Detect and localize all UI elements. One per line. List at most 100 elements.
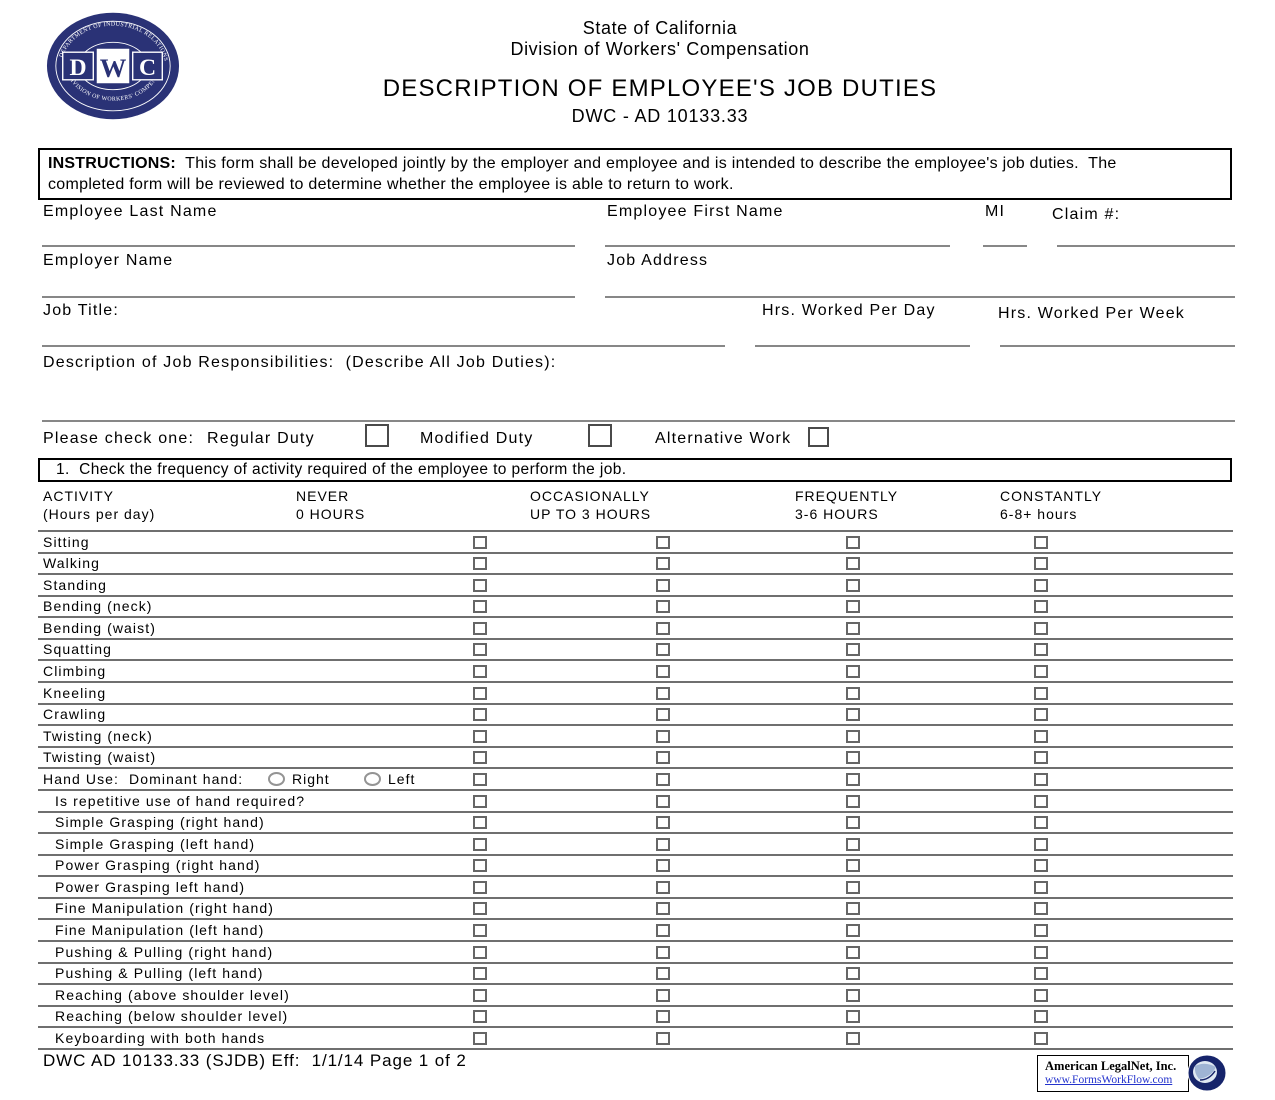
activity-checkbox-frequently[interactable]: [846, 773, 860, 786]
activity-checkbox-constantly[interactable]: [1034, 730, 1048, 743]
legalnet-url-link[interactable]: www.FormsWorkFlow.com: [1045, 1073, 1184, 1087]
activity-checkbox-constantly[interactable]: [1034, 902, 1048, 915]
activity-checkbox-occasionally[interactable]: [656, 536, 670, 549]
activity-checkbox-constantly[interactable]: [1034, 1010, 1048, 1023]
activity-checkbox-occasionally[interactable]: [656, 643, 670, 656]
activity-checkbox-never[interactable]: [473, 816, 487, 829]
activity-checkbox-constantly[interactable]: [1034, 773, 1048, 786]
activity-checkbox-occasionally[interactable]: [656, 687, 670, 700]
activity-checkbox-frequently[interactable]: [846, 557, 860, 570]
activity-checkbox-frequently[interactable]: [846, 946, 860, 959]
dominant-hand-right-radio[interactable]: [268, 772, 285, 786]
activity-checkbox-constantly[interactable]: [1034, 751, 1048, 764]
activity-checkbox-frequently[interactable]: [846, 881, 860, 894]
activity-checkbox-never[interactable]: [473, 665, 487, 678]
activity-checkbox-never[interactable]: [473, 708, 487, 721]
activity-checkbox-occasionally[interactable]: [656, 1032, 670, 1045]
activity-checkbox-frequently[interactable]: [846, 665, 860, 678]
claim-number-input-line[interactable]: [1057, 245, 1235, 247]
activity-checkbox-occasionally[interactable]: [656, 859, 670, 872]
activity-checkbox-frequently[interactable]: [846, 730, 860, 743]
employee-first-name-input-line[interactable]: [605, 245, 950, 247]
activity-checkbox-occasionally[interactable]: [656, 730, 670, 743]
employee-last-name-input-line[interactable]: [42, 245, 575, 247]
activity-checkbox-constantly[interactable]: [1034, 622, 1048, 635]
activity-checkbox-never[interactable]: [473, 902, 487, 915]
activity-checkbox-occasionally[interactable]: [656, 795, 670, 808]
activity-checkbox-never[interactable]: [473, 1032, 487, 1045]
activity-checkbox-occasionally[interactable]: [656, 838, 670, 851]
activity-checkbox-constantly[interactable]: [1034, 579, 1048, 592]
activity-checkbox-constantly[interactable]: [1034, 816, 1048, 829]
activity-checkbox-never[interactable]: [473, 924, 487, 937]
activity-checkbox-occasionally[interactable]: [656, 600, 670, 613]
activity-checkbox-never[interactable]: [473, 1010, 487, 1023]
activity-checkbox-frequently[interactable]: [846, 838, 860, 851]
activity-checkbox-frequently[interactable]: [846, 536, 860, 549]
activity-checkbox-constantly[interactable]: [1034, 600, 1048, 613]
activity-checkbox-occasionally[interactable]: [656, 708, 670, 721]
activity-checkbox-never[interactable]: [473, 579, 487, 592]
activity-checkbox-never[interactable]: [473, 946, 487, 959]
activity-checkbox-never[interactable]: [473, 643, 487, 656]
activity-checkbox-never[interactable]: [473, 557, 487, 570]
dominant-hand-left-radio[interactable]: [364, 772, 381, 786]
activity-checkbox-occasionally[interactable]: [656, 924, 670, 937]
activity-checkbox-frequently[interactable]: [846, 579, 860, 592]
activity-checkbox-frequently[interactable]: [846, 989, 860, 1002]
activity-checkbox-constantly[interactable]: [1034, 967, 1048, 980]
activity-checkbox-occasionally[interactable]: [656, 751, 670, 764]
job-address-input-line[interactable]: [605, 296, 1235, 298]
activity-checkbox-never[interactable]: [473, 687, 487, 700]
activity-checkbox-constantly[interactable]: [1034, 687, 1048, 700]
activity-checkbox-frequently[interactable]: [846, 967, 860, 980]
activity-checkbox-occasionally[interactable]: [656, 989, 670, 1002]
activity-checkbox-frequently[interactable]: [846, 924, 860, 937]
activity-checkbox-frequently[interactable]: [846, 902, 860, 915]
activity-checkbox-never[interactable]: [473, 881, 487, 894]
activity-checkbox-frequently[interactable]: [846, 687, 860, 700]
activity-checkbox-constantly[interactable]: [1034, 946, 1048, 959]
activity-checkbox-frequently[interactable]: [846, 600, 860, 613]
activity-checkbox-frequently[interactable]: [846, 751, 860, 764]
activity-checkbox-frequently[interactable]: [846, 708, 860, 721]
alternative-work-checkbox[interactable]: [808, 427, 829, 447]
activity-checkbox-never[interactable]: [473, 622, 487, 635]
activity-checkbox-occasionally[interactable]: [656, 579, 670, 592]
activity-checkbox-occasionally[interactable]: [656, 816, 670, 829]
middle-initial-input-line[interactable]: [983, 245, 1027, 247]
activity-checkbox-frequently[interactable]: [846, 1010, 860, 1023]
hrs-per-week-input-line[interactable]: [1000, 345, 1235, 347]
activity-checkbox-occasionally[interactable]: [656, 773, 670, 786]
activity-checkbox-never[interactable]: [473, 859, 487, 872]
activity-checkbox-occasionally[interactable]: [656, 946, 670, 959]
activity-checkbox-occasionally[interactable]: [656, 557, 670, 570]
activity-checkbox-constantly[interactable]: [1034, 795, 1048, 808]
regular-duty-checkbox[interactable]: [365, 424, 389, 447]
activity-checkbox-constantly[interactable]: [1034, 665, 1048, 678]
activity-checkbox-constantly[interactable]: [1034, 924, 1048, 937]
activity-checkbox-constantly[interactable]: [1034, 643, 1048, 656]
activity-checkbox-frequently[interactable]: [846, 1032, 860, 1045]
job-title-input-line[interactable]: [42, 345, 725, 347]
activity-checkbox-occasionally[interactable]: [656, 622, 670, 635]
activity-checkbox-occasionally[interactable]: [656, 902, 670, 915]
activity-checkbox-constantly[interactable]: [1034, 838, 1048, 851]
activity-checkbox-frequently[interactable]: [846, 643, 860, 656]
activity-checkbox-frequently[interactable]: [846, 795, 860, 808]
activity-checkbox-constantly[interactable]: [1034, 989, 1048, 1002]
modified-duty-checkbox[interactable]: [588, 424, 612, 447]
activity-checkbox-constantly[interactable]: [1034, 536, 1048, 549]
activity-checkbox-frequently[interactable]: [846, 816, 860, 829]
activity-checkbox-never[interactable]: [473, 751, 487, 764]
activity-checkbox-occasionally[interactable]: [656, 1010, 670, 1023]
activity-checkbox-never[interactable]: [473, 600, 487, 613]
activity-checkbox-constantly[interactable]: [1034, 557, 1048, 570]
activity-checkbox-never[interactable]: [473, 795, 487, 808]
activity-checkbox-occasionally[interactable]: [656, 881, 670, 894]
activity-checkbox-never[interactable]: [473, 967, 487, 980]
activity-checkbox-never[interactable]: [473, 989, 487, 1002]
activity-checkbox-constantly[interactable]: [1034, 881, 1048, 894]
activity-checkbox-never[interactable]: [473, 838, 487, 851]
hrs-per-day-input-line[interactable]: [755, 345, 970, 347]
